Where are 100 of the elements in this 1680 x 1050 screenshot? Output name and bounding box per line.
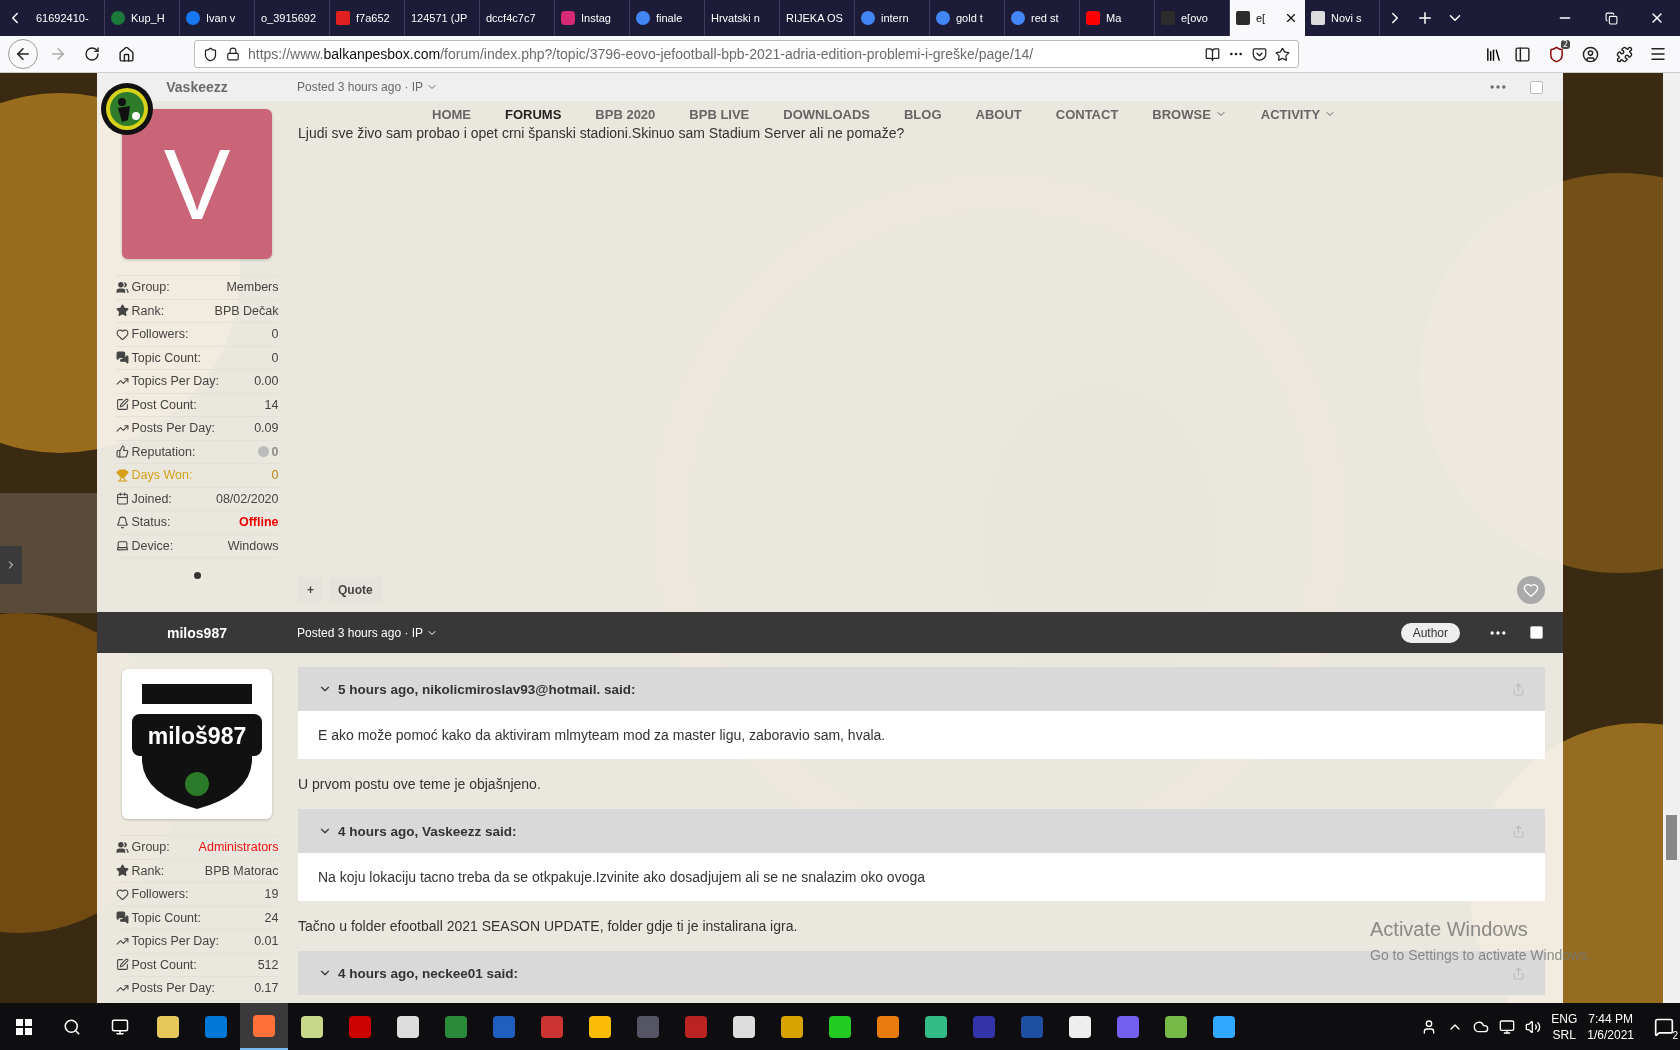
stat-label: Post Count: <box>131 957 198 972</box>
stat-label: Topic Count: <box>131 350 202 365</box>
stat-icon <box>115 351 129 365</box>
stat-icon <box>115 840 129 854</box>
stat-value: Windows <box>227 538 279 553</box>
stat-label: Joined: <box>131 491 173 506</box>
stat-icon <box>115 280 129 294</box>
library-icon[interactable] <box>1485 45 1502 63</box>
stat-icon <box>115 304 129 318</box>
lock-icon[interactable] <box>226 47 240 61</box>
stat-value: 0 <box>271 468 279 483</box>
stat-label: Group: <box>131 840 171 855</box>
stat-value: 0.01 <box>254 934 279 949</box>
post-text: Tačno u folder efootball 2021 SEASON UPDATE, folder gdje ti je instalirana igra. <box>298 918 798 934</box>
add-button[interactable]: + <box>298 577 323 603</box>
close-icon[interactable] <box>1284 11 1298 25</box>
stat-icon <box>115 887 129 901</box>
pocket-icon[interactable] <box>1252 46 1267 62</box>
stat-value: 0 <box>271 350 279 365</box>
tab-favicon-icon <box>636 11 650 25</box>
stat-value: 14 <box>264 397 279 412</box>
stat-value: 24 <box>264 910 279 925</box>
account-icon[interactable] <box>1581 45 1599 63</box>
nav-link[interactable]: DOWNLOADS <box>783 106 870 122</box>
stat-value: 0 <box>271 327 279 342</box>
stat-icon <box>115 492 129 506</box>
stat-value: Members <box>226 280 279 295</box>
bookmark-star-icon[interactable] <box>1275 46 1290 62</box>
author-badge: Author <box>1400 622 1460 643</box>
nav-link[interactable]: BROWSE <box>1152 106 1227 122</box>
reload-icon[interactable] <box>84 46 100 62</box>
stat-label: Topics Per Day: <box>131 934 221 949</box>
shield-icon[interactable] <box>203 46 218 62</box>
stat-icon <box>115 398 129 412</box>
stat-icon <box>115 911 129 925</box>
shield-icon[interactable] <box>1547 45 1565 63</box>
quote-button[interactable]: Quote <box>329 577 382 603</box>
select-checkbox[interactable] <box>1530 80 1543 94</box>
stat-value: 08/02/2020 <box>215 491 279 506</box>
tab-favicon-icon <box>861 11 875 25</box>
quote-citation: 4 hours ago, Vaskeezz said: <box>338 823 518 839</box>
stat-label: Rank: <box>131 303 166 318</box>
home-icon[interactable] <box>117 45 135 63</box>
quote-citation: 5 hours ago, nikolicmiroslav93@hotmail. said: <box>338 681 637 697</box>
nav-link[interactable]: ABOUT <box>975 106 1022 122</box>
quote-text: Na koju lokaciju tacno treba da se otkpakuje.Izvinite ako dosadjujem ali se ne snalazim oko ovoga <box>317 868 927 887</box>
tab-favicon-icon <box>1011 11 1025 25</box>
stat-icon <box>115 445 129 459</box>
scrollbar-thumb[interactable] <box>1666 815 1677 860</box>
language-indicator[interactable]: ENG SRL <box>1551 1010 1578 1043</box>
nav-link[interactable]: HOME <box>432 106 471 122</box>
stat-label: Posts Per Day: <box>131 421 216 436</box>
author-name[interactable]: Vaskeezz <box>166 79 228 95</box>
reader-view-icon[interactable] <box>1205 46 1220 62</box>
network-icon[interactable] <box>1499 1018 1516 1035</box>
scrollbar[interactable] <box>1663 73 1680 1003</box>
puzzle-icon[interactable] <box>1615 45 1633 63</box>
nav-link[interactable]: BPB LIVE <box>689 106 750 122</box>
stat-icon <box>115 515 129 529</box>
stat-value: Administrators <box>198 840 279 855</box>
nav-link[interactable]: FORUMS <box>505 106 562 122</box>
activation-title: Activate Windows <box>1370 918 1529 941</box>
side-panel-toggle[interactable] <box>0 546 22 584</box>
select-checkbox[interactable] <box>1530 626 1543 639</box>
tab-favicon-icon <box>186 11 200 25</box>
stat-value: 0.09 <box>254 421 279 436</box>
stat-label: Topic Count: <box>131 910 202 925</box>
nav-link[interactable]: ACTIVITY <box>1260 106 1337 122</box>
stat-label: Reputation: <box>131 444 197 459</box>
quote-text: E ako može pomoć kako da aktiviram mlmyteam mod za master ligu, zaboravio sam, hvala. <box>317 726 887 745</box>
stat-label: Followers: <box>131 327 190 342</box>
quote-citation: 4 hours ago, neckee01 said: <box>338 965 520 981</box>
sidebar-icon[interactable] <box>1513 45 1531 63</box>
stat-label: Days Won: <box>131 468 194 483</box>
nav-link[interactable]: BLOG <box>903 106 942 122</box>
post-date[interactable]: Posted 3 hours ago · IP <box>297 80 424 94</box>
address-bar[interactable]: https://www.balkanpesbox.com/forum/index.php?/topic/3796-eovo-jefootball-bpb-2021-adria-edition-problemi-i-greške/page/14/ <box>194 40 1299 68</box>
post-date[interactable]: Posted 3 hours ago · IP <box>297 625 424 640</box>
stat-label: Status: <box>131 515 172 530</box>
volume-icon[interactable] <box>1525 1018 1542 1035</box>
menu-icon[interactable] <box>1649 45 1667 63</box>
nav-link[interactable]: CONTACT <box>1055 106 1119 122</box>
stat-label: Posts Per Day: <box>131 981 216 996</box>
pager-dot[interactable] <box>193 572 201 579</box>
nav-link[interactable]: BPB 2020 <box>595 106 656 122</box>
stat-value: 0.00 <box>254 374 279 389</box>
tab-favicon-icon <box>561 11 575 25</box>
stat-value: 512 <box>257 957 279 972</box>
stat-icon <box>115 539 129 553</box>
stat-value: BPB Dečak <box>214 303 279 318</box>
addon-button[interactable]: 2 <box>1542 40 1570 68</box>
stat-value: 0.17 <box>254 981 279 996</box>
stat-label: Followers: <box>131 887 190 902</box>
author-name[interactable]: milos987 <box>167 624 227 641</box>
url-text: https://www.balkanpesbox.com/forum/index.php?/topic/3796-eovo-jefootball-bpb-2021-adria-edition-problemi-i-greške/page/14/ <box>248 46 1035 62</box>
avatar[interactable]: V <box>122 109 272 259</box>
browser-tab[interactable]: e[ <box>1230 0 1305 36</box>
clock[interactable]: 7:44 PM 1/6/2021 <box>1587 1010 1634 1043</box>
stat-label: Post Count: <box>131 397 198 412</box>
stat-label: Group: <box>131 280 171 295</box>
